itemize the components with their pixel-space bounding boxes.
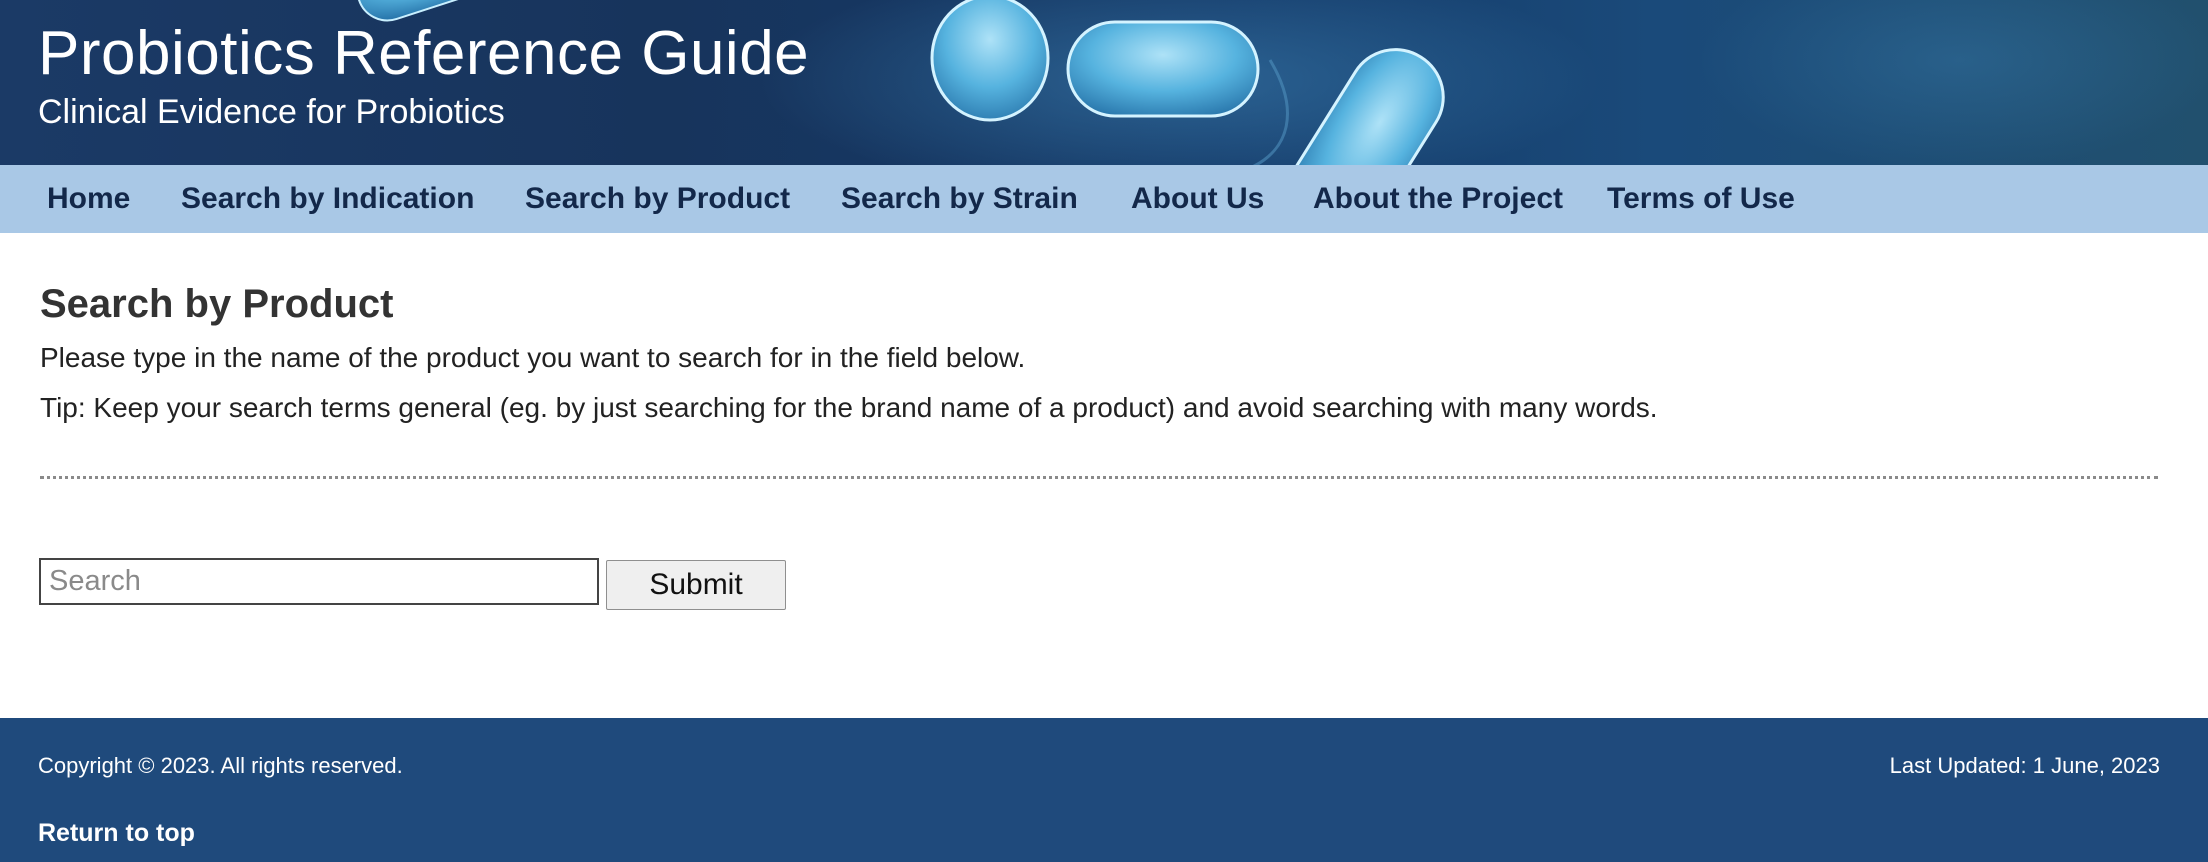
search-input[interactable] <box>39 558 599 605</box>
nav-about-the-project[interactable]: About the Project <box>1313 165 1563 233</box>
nav-about-us[interactable]: About Us <box>1131 165 1264 233</box>
nav-search-by-product[interactable]: Search by Product <box>525 165 790 233</box>
nav-search-by-strain[interactable]: Search by Strain <box>841 165 1078 233</box>
nav-terms-of-use[interactable]: Terms of Use <box>1607 165 1795 233</box>
return-to-top-link[interactable]: Return to top <box>38 818 195 848</box>
search-instructions: Please type in the name of the product y… <box>40 342 1026 373</box>
site-title: Probiotics Reference Guide <box>38 19 810 88</box>
last-updated-text: Last Updated: 1 June, 2023 <box>1889 753 2160 778</box>
site-subtitle: Clinical Evidence for Probiotics <box>38 93 505 131</box>
nav-search-by-indication[interactable]: Search by Indication <box>181 165 474 233</box>
main-navigation: Home Search by Indication Search by Prod… <box>0 165 2208 233</box>
footer: Copyright © 2023. All rights reserved. L… <box>0 718 2208 862</box>
nav-home[interactable]: Home <box>47 165 130 233</box>
search-tip: Tip: Keep your search terms general (eg.… <box>40 392 1658 423</box>
copyright-text: Copyright © 2023. All rights reserved. <box>38 753 403 778</box>
page-title: Search by Product <box>40 282 394 326</box>
submit-button[interactable]: Submit <box>606 560 786 610</box>
dotted-divider <box>40 476 2158 479</box>
header-banner: Probiotics Reference Guide Clinical Evid… <box>0 0 2208 165</box>
